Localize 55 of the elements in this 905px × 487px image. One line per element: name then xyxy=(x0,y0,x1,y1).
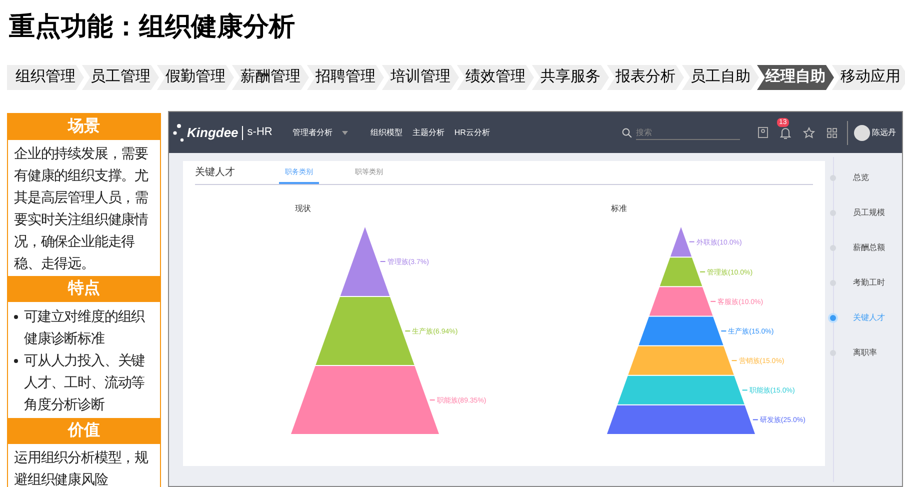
side-nav-item[interactable]: 薪酬总额 xyxy=(853,242,885,254)
avatar-icon xyxy=(854,124,870,140)
bell-icon[interactable] xyxy=(780,126,791,138)
leader-line xyxy=(688,241,695,242)
menu-dropdown[interactable]: 管理者分析 xyxy=(292,126,348,138)
nav-step[interactable]: 绩效管理 xyxy=(457,65,534,90)
bullet-text: 可从人力投入、关键人才、工时、流动等角度分析诊断 xyxy=(24,351,146,414)
page-title: 重点功能：组织健康分析 xyxy=(9,10,295,43)
bullet-text: 可建立对维度的组织健康诊断标准 xyxy=(24,307,146,348)
chart-title: 标准 xyxy=(611,203,627,215)
side-nav-item[interactable]: 考勤工时 xyxy=(853,277,885,289)
section-text: 运用组织分析模型，规避组织健康风险 xyxy=(13,448,150,487)
nav-step[interactable]: 组织管理 xyxy=(7,65,84,90)
nav-step[interactable]: 报表分析 xyxy=(607,65,684,90)
bullet-icon xyxy=(14,359,18,363)
apps-icon[interactable] xyxy=(827,128,837,138)
nav-step[interactable]: 假勤管理 xyxy=(157,65,234,90)
leader-line xyxy=(742,390,748,391)
leader-line xyxy=(380,261,386,262)
section-text: 企业的持续发展，需要有健康的组织支撑。尤其是高层管理人员，需要实时关注组织健康情况，确保企业能走得稳、走得远。 xyxy=(13,144,150,273)
logo-dots-icon xyxy=(173,124,185,142)
nav-step[interactable]: 共享服务 xyxy=(532,65,609,90)
header-link[interactable]: 组织模型 xyxy=(370,126,402,138)
leader-line xyxy=(731,360,738,362)
nav-step[interactable]: 员工管理 xyxy=(82,65,159,90)
card-title: 关键人才 xyxy=(195,166,235,180)
side-nav-item[interactable]: 员工规模 xyxy=(853,207,885,219)
leader-line xyxy=(700,271,706,272)
nav-step[interactable]: 招聘管理 xyxy=(307,65,384,90)
leader-line xyxy=(720,330,727,332)
product-name: s-HR xyxy=(247,125,272,140)
section-header: 特点 xyxy=(8,276,160,302)
nav-step[interactable]: 移动应用 xyxy=(832,65,905,90)
search-field[interactable]: 搜索 xyxy=(636,126,740,140)
leader-line xyxy=(710,300,716,302)
nav-step[interactable]: 员工自助 xyxy=(682,65,759,90)
nav-step[interactable]: 薪酬管理 xyxy=(232,65,309,90)
nav-step[interactable]: 培训管理 xyxy=(382,65,459,90)
leader-line xyxy=(752,419,758,420)
image-icon[interactable] xyxy=(758,127,768,138)
nav-step[interactable]: 经理自助 xyxy=(757,65,834,90)
caret-icon xyxy=(342,130,348,134)
logo-text: Kingdee xyxy=(187,124,238,142)
side-nav-item[interactable]: 离职率 xyxy=(853,347,877,359)
bullet-icon xyxy=(14,315,18,319)
side-nav-item[interactable]: 总览 xyxy=(853,172,869,184)
search-icon xyxy=(622,128,632,138)
leader-line xyxy=(404,330,411,332)
header-link[interactable]: HR云分析 xyxy=(454,126,490,138)
section-header: 价值 xyxy=(8,418,160,444)
section-header: 场景 xyxy=(8,114,160,140)
header-link[interactable]: 主题分析 xyxy=(412,126,444,138)
star-icon[interactable] xyxy=(803,126,815,138)
user-name: 陈远丹 xyxy=(872,126,896,138)
chart-title: 现状 xyxy=(295,203,311,215)
